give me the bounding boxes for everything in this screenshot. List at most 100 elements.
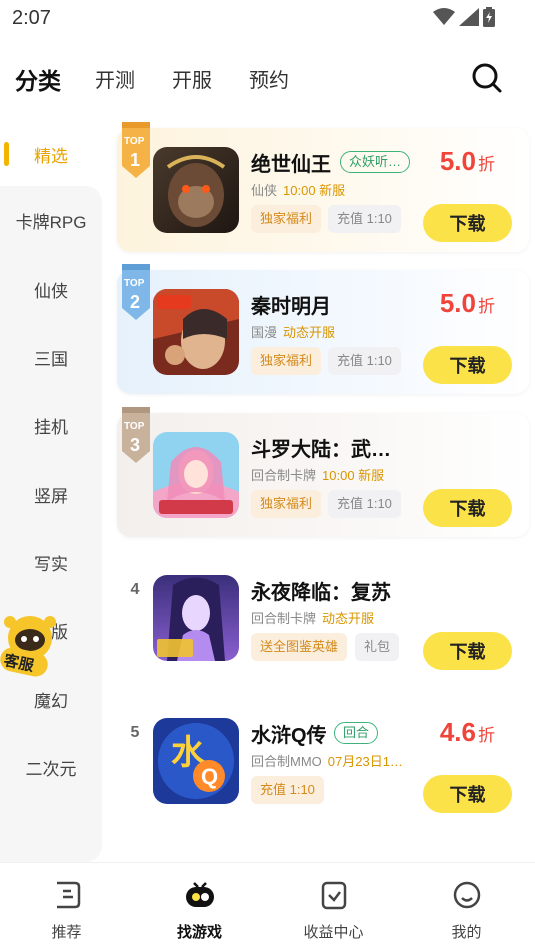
game-card[interactable]: TOP 1 绝世仙王 众妖听… 仙侠 10:00 新服 独家福利 充值 1:10 …: [117, 122, 529, 252]
game-meta: 国漫 动态开服: [251, 322, 335, 341]
discount-unit: 折: [478, 297, 495, 316]
bottom-nav-recommend[interactable]: 推荐: [0, 863, 133, 951]
rank-number: 5: [130, 724, 140, 741]
benefit-chip: 送全图鉴英雄: [251, 633, 348, 661]
download-button[interactable]: 下载: [423, 346, 512, 384]
tab-open-test[interactable]: 开测: [95, 64, 135, 93]
discount: 4.6 折: [440, 717, 495, 748]
game-meta: 回合制MMO 07月23日1…: [251, 751, 403, 770]
game-server-info: 10:00 新服: [283, 183, 346, 198]
game-icon[interactable]: [153, 289, 239, 375]
discount: 5.0 折: [440, 146, 495, 177]
game-server-info: 动态开服: [283, 325, 336, 340]
bottom-nav: 推荐 找游戏 收益中心 我的: [0, 862, 535, 951]
game-icon[interactable]: 水 Q: [153, 718, 239, 804]
douluo-icon: [153, 432, 239, 518]
game-genre: 仙侠: [251, 183, 278, 198]
game-tag: 回合: [334, 722, 379, 744]
monkey-king-icon: [153, 147, 239, 233]
status-icons: [433, 7, 495, 27]
wifi-icon: [433, 8, 455, 25]
game-server-info: 动态开服: [322, 611, 375, 626]
sidebar-item-xianxia[interactable]: 仙侠: [0, 255, 102, 323]
benefit-chip: 独家福利: [251, 205, 322, 233]
sidebar-item-label: 挂机: [34, 417, 68, 437]
game-genre: 回合制卡牌: [251, 611, 317, 626]
signal-icon: [459, 8, 479, 26]
recharge-chip: 充值 1:10: [328, 347, 401, 375]
bottom-nav-label: 收益中心: [303, 924, 364, 941]
bottom-nav-profile[interactable]: 我的: [400, 863, 533, 951]
bottom-nav-find-game[interactable]: 找游戏: [133, 863, 266, 951]
recharge-chip: 充值 1:10: [328, 205, 401, 233]
top-nav: 分类 开测 开服 预约: [0, 52, 535, 102]
recharge-chip: 充值 1:10: [328, 490, 401, 518]
profile-icon: [453, 881, 480, 909]
game-card[interactable]: 4 永夜降临：复苏 回合制卡牌 动态开服 送全图鉴英雄 礼包 下载: [117, 556, 529, 680]
sidebar-item-idle[interactable]: 挂机: [0, 391, 102, 459]
tab-open-server[interactable]: 开服: [172, 64, 212, 93]
gift-chip: 礼包: [355, 633, 400, 661]
benefit-chip: 独家福利: [251, 490, 322, 518]
rank-number: 4: [130, 581, 140, 598]
bottom-nav-earnings[interactable]: 收益中心: [267, 863, 400, 951]
discount-value: 4.6: [439, 717, 476, 747]
game-title: 秦时明月: [251, 296, 331, 318]
download-button[interactable]: 下载: [423, 775, 512, 813]
download-button[interactable]: 下载: [423, 632, 512, 670]
game-title: 永夜降临：复苏: [251, 582, 391, 604]
status-bar: 2:07: [0, 0, 535, 36]
rank-label: TOP: [124, 278, 145, 289]
sidebar-item-label: 二次元: [25, 759, 77, 779]
sidebar-item-three-kingdoms[interactable]: 三国: [0, 323, 102, 391]
sidebar-item-vertical[interactable]: 竖屏: [0, 460, 102, 528]
game-icon[interactable]: [153, 147, 239, 233]
download-button[interactable]: 下载: [423, 489, 512, 527]
game-card[interactable]: TOP 3 斗罗大陆：武… 回合制卡牌 10:00 新服 独家福利 充值 1:10…: [117, 407, 529, 537]
game-card[interactable]: 5 水 Q 水浒Q传 回合 回合制MMO 07月23日1… 充值 1:10 4.6…: [117, 699, 529, 823]
category-sidebar: 精选 卡牌RPG 仙侠 三国 挂机 竖屏 写实 版 魔幻 二次元: [0, 120, 102, 862]
game-title: 水浒Q传: [251, 725, 327, 747]
status-time: 2:07: [12, 7, 51, 29]
customer-service-button[interactable]: 客服: [0, 612, 60, 684]
game-meta: 仙侠 10:00 新服: [251, 180, 345, 199]
game-title: 斗罗大陆：武…: [251, 439, 391, 461]
qin-moon-icon: [153, 289, 239, 375]
svg-text:Q: Q: [201, 764, 218, 789]
bottom-nav-label: 推荐: [51, 924, 82, 941]
game-icon[interactable]: [153, 432, 239, 518]
game-meta: 回合制卡牌 10:00 新服: [251, 465, 384, 484]
bottom-nav-label: 我的: [451, 924, 482, 941]
sidebar-item-label: 三国: [34, 349, 68, 369]
battery-icon: [483, 7, 495, 27]
game-server-info: 07月23日1…: [327, 754, 403, 769]
download-button[interactable]: 下载: [423, 204, 512, 242]
game-card[interactable]: TOP 2 秦时明月 国漫 动态开服 独家福利 充值 1:10 5.0 折 下载: [117, 264, 529, 394]
rank-label: TOP: [124, 421, 145, 432]
sidebar-item-label: 写实: [34, 554, 68, 574]
discount: 5.0 折: [440, 288, 495, 319]
find-game-icon: [185, 882, 214, 907]
recharge-chip: 充值 1:10: [251, 776, 324, 804]
sidebar-item-realistic[interactable]: 写实: [0, 528, 102, 596]
active-indicator: [4, 142, 9, 166]
discount-unit: 折: [478, 726, 495, 745]
discount-unit: 折: [478, 155, 495, 174]
game-icon[interactable]: [153, 575, 239, 661]
sidebar-item-card-rpg[interactable]: 卡牌RPG: [0, 186, 102, 254]
recommend-icon: [56, 881, 80, 909]
sidebar-item-featured[interactable]: 精选: [0, 120, 102, 188]
sidebar-item-label: 仙侠: [34, 281, 68, 301]
rank-number: 2: [130, 292, 141, 312]
search-button[interactable]: [471, 62, 503, 94]
tab-reserve[interactable]: 预约: [249, 64, 289, 93]
eternal-night-icon: [153, 575, 239, 661]
sidebar-item-label: 竖屏: [34, 486, 68, 506]
tab-category[interactable]: 分类: [15, 62, 61, 96]
water-margin-q-icon: 水 Q: [153, 718, 239, 804]
game-meta: 回合制卡牌 动态开服: [251, 608, 374, 627]
rank-label: TOP: [124, 136, 145, 147]
bottom-nav-label: 找游戏: [176, 924, 222, 941]
sidebar-item-anime[interactable]: 二次元: [0, 733, 102, 801]
game-server-info: 10:00 新服: [322, 468, 385, 483]
